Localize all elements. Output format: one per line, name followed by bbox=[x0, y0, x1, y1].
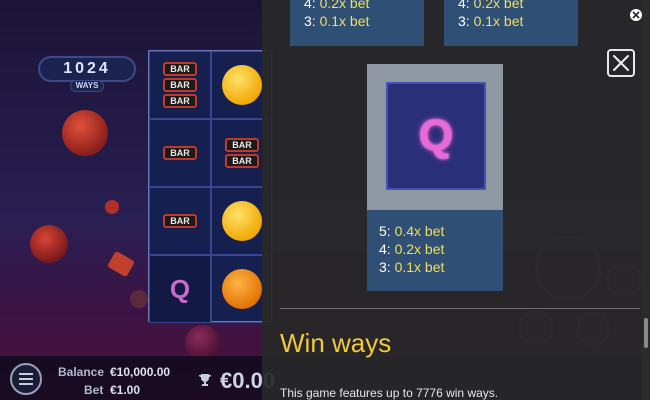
payout-count: 4: bbox=[379, 241, 391, 257]
lemon-symbol bbox=[222, 201, 262, 241]
payout-count: 3: bbox=[379, 259, 391, 275]
paytable-card: 4: 0.2x bet 3: 0.1x bet bbox=[290, 0, 424, 46]
section-divider bbox=[280, 308, 640, 309]
payout-count: 3: bbox=[304, 13, 316, 29]
ways-label: WAYS bbox=[70, 80, 104, 92]
bar-symbol: BAR bbox=[163, 146, 197, 160]
bet-label: Bet bbox=[84, 383, 104, 397]
trophy-icon bbox=[199, 374, 211, 386]
reel-cell-bar-single: BAR bbox=[149, 187, 211, 255]
reel-cell-bar-triple: BAR BAR BAR bbox=[149, 51, 211, 119]
ways-count-badge: 1024 bbox=[38, 56, 136, 82]
q-symbol-tile: Q bbox=[386, 82, 486, 190]
payout-value: 0.2x bet bbox=[473, 0, 524, 11]
payout-count: 3: bbox=[458, 13, 470, 29]
lemon-symbol bbox=[222, 65, 262, 105]
orange-symbol bbox=[222, 269, 262, 309]
payout-value: 0.4x bet bbox=[394, 223, 445, 239]
reel-cell-bar-single: BAR bbox=[149, 119, 211, 187]
payout-value: 0.1x bet bbox=[473, 13, 524, 29]
payout-value: 0.2x bet bbox=[319, 0, 370, 11]
paytable-panel[interactable]: 4: 0.2x bet 3: 0.1x bet 4: 0.2x bet 3: 0… bbox=[262, 0, 650, 400]
payout-line: 3: 0.1x bet bbox=[379, 258, 444, 276]
fruit-slice-decoration bbox=[106, 250, 136, 278]
berry-decoration bbox=[105, 200, 119, 214]
payout-line: 4: 0.2x bet bbox=[304, 0, 410, 12]
bar-symbol: BAR bbox=[163, 214, 197, 228]
payout-count: 4: bbox=[458, 0, 470, 11]
close-icon bbox=[613, 55, 629, 71]
payout-list: 5: 0.4x bet 4: 0.2x bet 3: 0.1x bet bbox=[379, 222, 444, 276]
hamburger-menu-icon bbox=[19, 373, 33, 375]
reel-grid: BAR BAR BAR BAR BAR BAR BAR Q bbox=[148, 50, 273, 323]
bet-value: €1.00 bbox=[110, 383, 141, 397]
balance-value: €10,000.00 bbox=[110, 365, 171, 379]
payout-line: 3: 0.1x bet bbox=[458, 12, 564, 30]
hamburger-menu-icon bbox=[19, 378, 33, 380]
close-icon bbox=[632, 11, 640, 19]
berry-decoration bbox=[130, 290, 148, 308]
symbol-image-frame: Q bbox=[367, 64, 503, 210]
q-symbol: Q bbox=[169, 273, 191, 304]
menu-button[interactable] bbox=[10, 363, 42, 395]
payout-count: 4: bbox=[304, 0, 316, 11]
bar-symbol: BAR bbox=[225, 138, 259, 152]
balance-label: Balance bbox=[58, 365, 105, 379]
bar-symbol: BAR bbox=[163, 94, 197, 108]
bar-symbol: BAR bbox=[163, 78, 197, 92]
section-text: This game features up to 7776 win ways. bbox=[280, 386, 499, 400]
hamburger-menu-icon bbox=[19, 383, 33, 385]
payout-value: 0.2x bet bbox=[394, 241, 445, 257]
payout-value: 0.1x bet bbox=[394, 259, 445, 275]
payout-line: 4: 0.2x bet bbox=[379, 240, 444, 258]
reel-cell-q: Q bbox=[149, 255, 211, 323]
payout-line: 5: 0.4x bet bbox=[379, 222, 444, 240]
payout-count: 5: bbox=[379, 223, 391, 239]
section-title: Win ways bbox=[280, 328, 392, 358]
bar-symbol: BAR bbox=[163, 62, 197, 76]
payout-line: 4: 0.2x bet bbox=[458, 0, 564, 12]
q-symbol: Q bbox=[418, 111, 454, 160]
close-button[interactable] bbox=[607, 49, 635, 77]
small-close-button[interactable] bbox=[630, 9, 642, 21]
payout-value: 0.1x bet bbox=[319, 13, 370, 29]
scrollbar-thumb[interactable] bbox=[644, 318, 648, 348]
strawberry-decoration bbox=[62, 110, 108, 156]
bar-symbol: BAR bbox=[225, 154, 259, 168]
paytable-card: 4: 0.2x bet 3: 0.1x bet bbox=[444, 0, 578, 46]
strawberry-decoration bbox=[30, 225, 68, 263]
payout-line: 3: 0.1x bet bbox=[304, 12, 410, 30]
paytable-card-q: Q 5: 0.4x bet 4: 0.2x bet 3: 0.1x bet bbox=[367, 64, 503, 291]
